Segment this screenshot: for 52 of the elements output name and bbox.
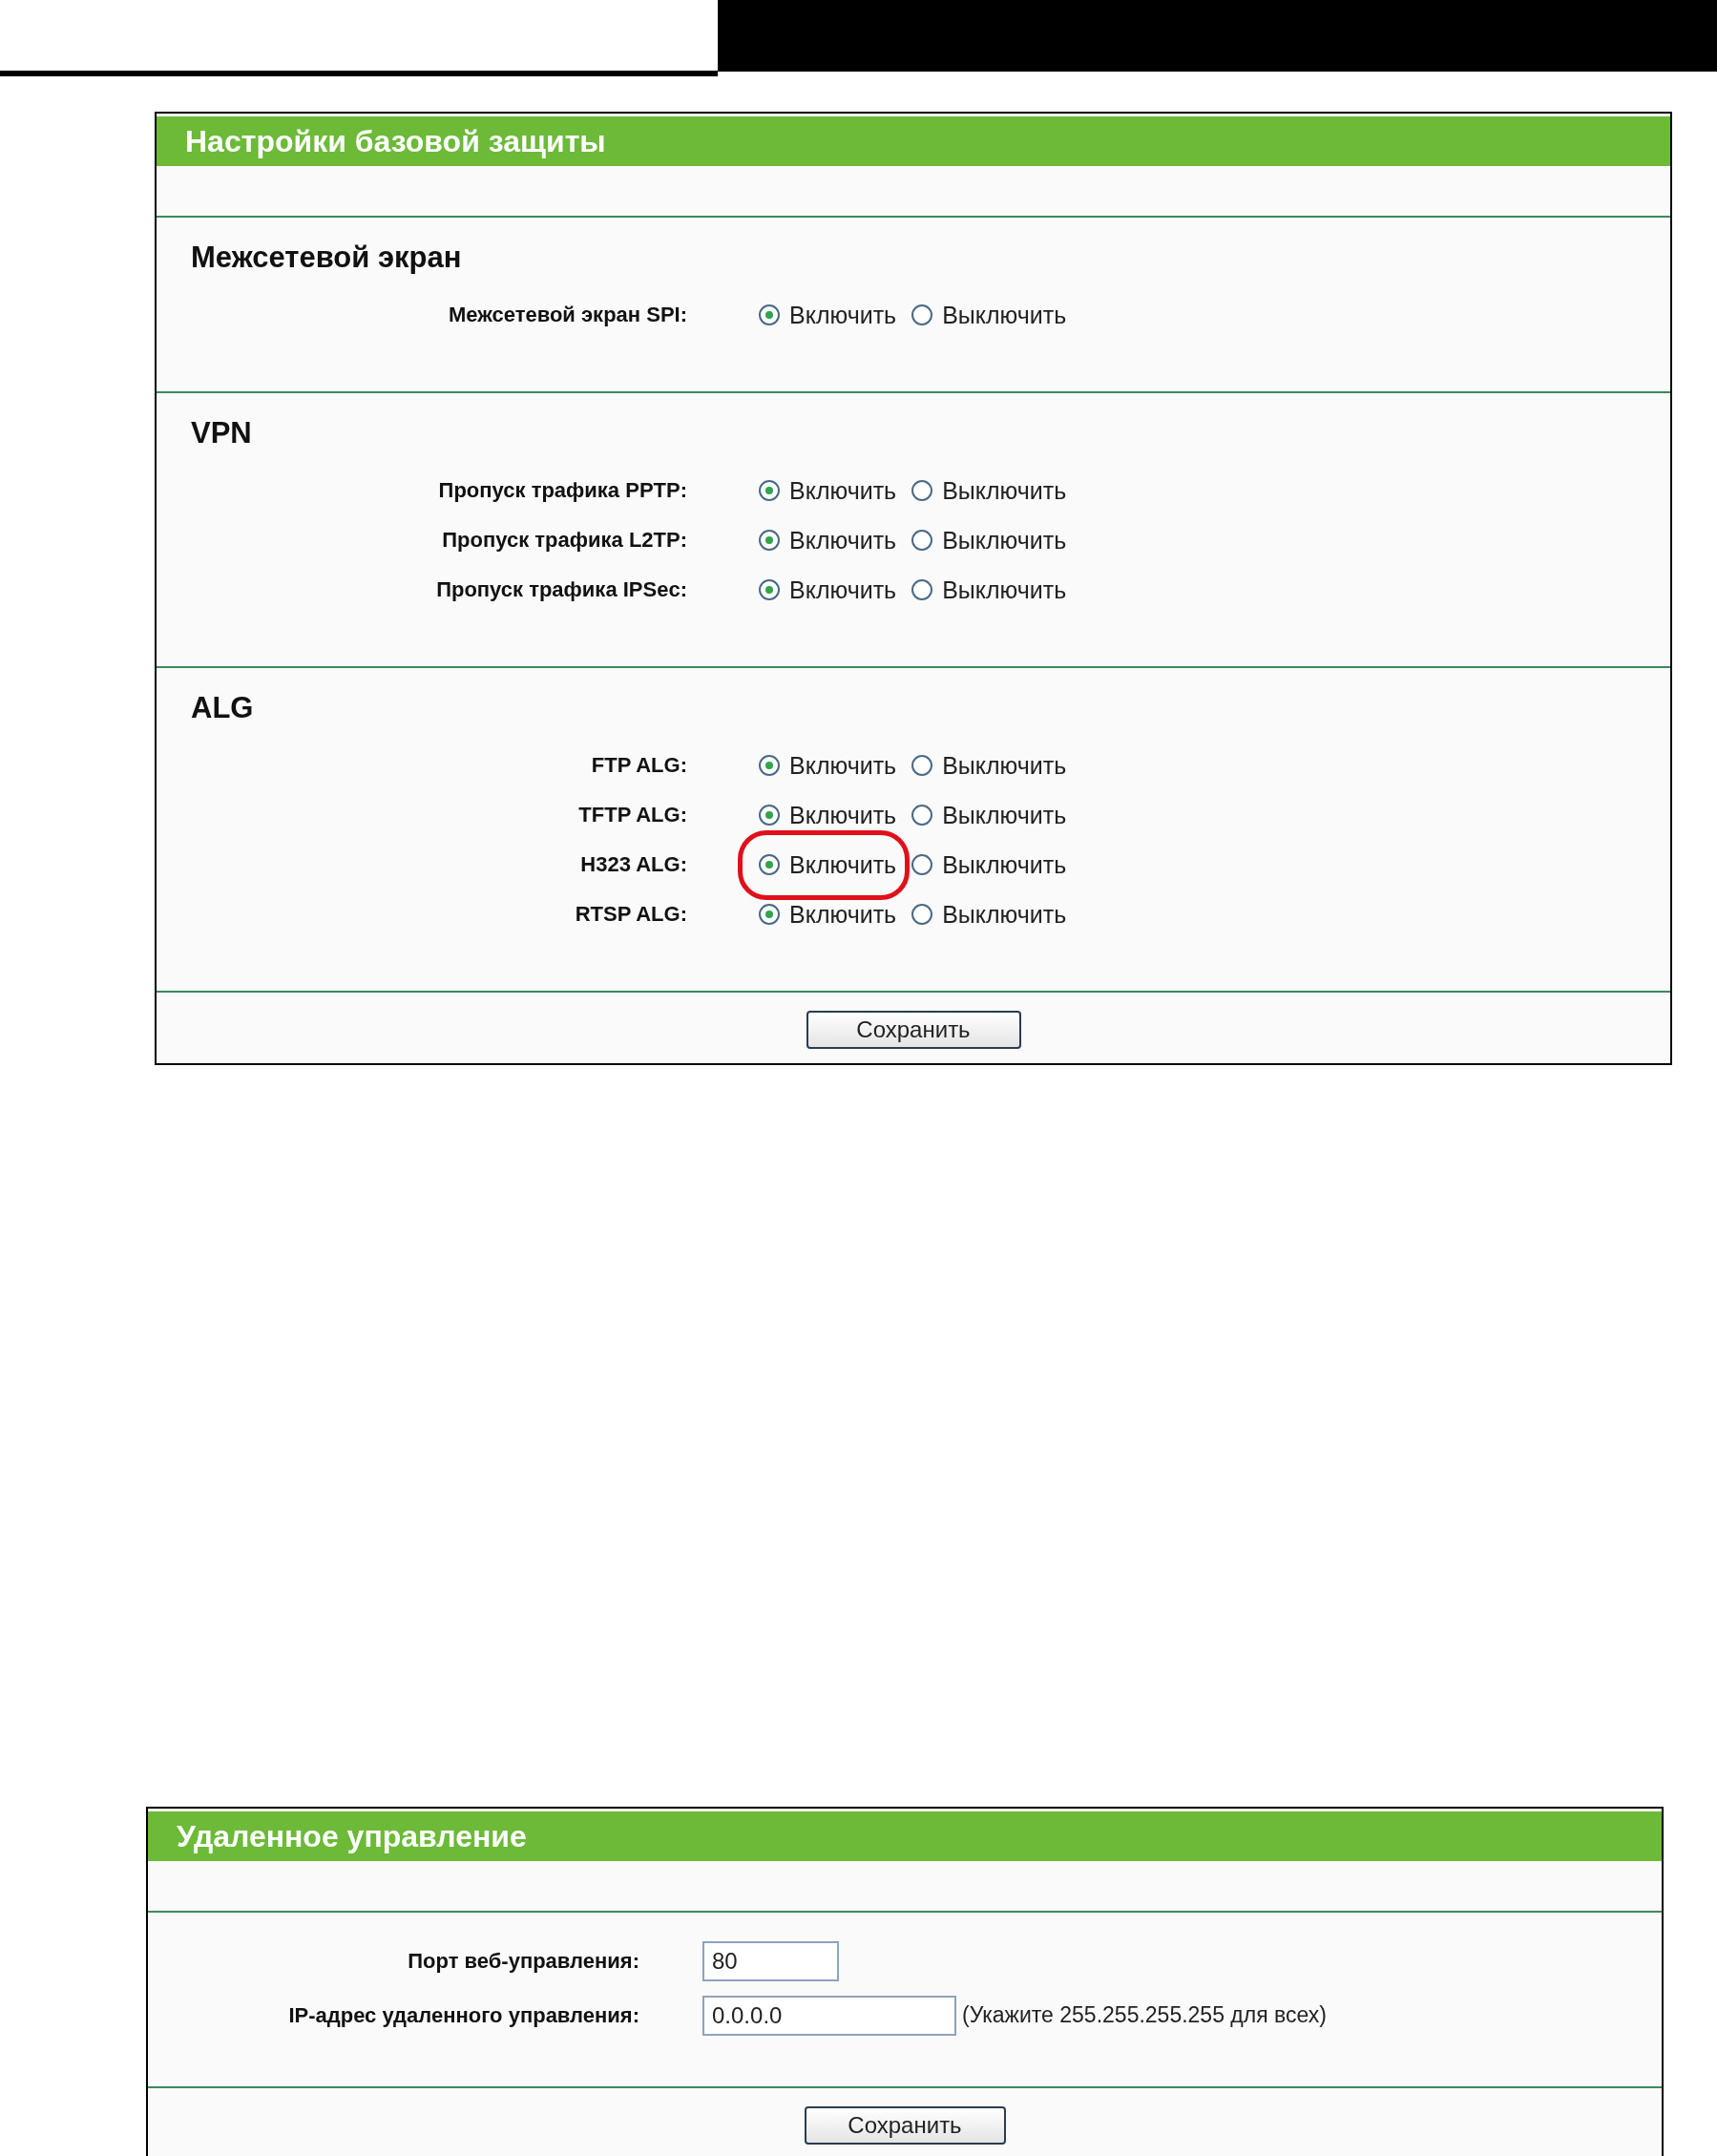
radio-button[interactable] xyxy=(759,304,780,325)
panel-title: Настройки базовой защиты xyxy=(157,116,1670,166)
radio-option[interactable]: Выключить xyxy=(911,576,1067,604)
section-title: ALG xyxy=(190,690,255,726)
setting-label: H323 ALG: xyxy=(579,852,687,877)
radio-option[interactable]: Включить xyxy=(759,850,897,879)
setting-label: TFTP ALG: xyxy=(577,803,687,827)
radio-button[interactable] xyxy=(911,904,933,925)
field-label: IP-адрес удаленного управления: xyxy=(287,2002,639,2028)
radio-option[interactable]: Включить xyxy=(759,576,897,604)
input-field[interactable]: 80 xyxy=(702,1940,839,1981)
radio-option[interactable]: Выключить xyxy=(911,900,1067,929)
radio-button[interactable] xyxy=(759,805,780,826)
radio-option[interactable]: Выключить xyxy=(911,476,1067,505)
radio-option[interactable]: Включить xyxy=(759,801,897,829)
panel-title: Удаленное управление xyxy=(148,1811,1662,1861)
radio-button[interactable] xyxy=(911,854,933,875)
radio-button[interactable] xyxy=(759,480,780,501)
field-label: Порт веб-управления: xyxy=(407,1948,639,1974)
radio-button[interactable] xyxy=(759,530,780,551)
radio-button[interactable] xyxy=(911,579,933,600)
radio-button[interactable] xyxy=(759,755,780,776)
input-field[interactable]: 0.0.0.0 xyxy=(702,1995,956,2036)
setting-label: RTSP ALG: xyxy=(574,902,687,927)
radio-button[interactable] xyxy=(759,579,780,600)
radio-button[interactable] xyxy=(911,480,933,501)
section-title: Межсетевой экран xyxy=(190,240,463,276)
hint-text: (Укажите 255.255.255.255 для всех) xyxy=(962,2002,1327,2028)
radio-button[interactable] xyxy=(911,530,933,551)
radio-button[interactable] xyxy=(911,805,933,826)
radio-option[interactable]: Выключить xyxy=(911,850,1067,879)
radio-option[interactable]: Включить xyxy=(759,476,897,505)
radio-option[interactable]: Выключить xyxy=(911,526,1067,555)
radio-button[interactable] xyxy=(759,904,780,925)
radio-button[interactable] xyxy=(759,854,780,875)
radio-option[interactable]: Включить xyxy=(759,900,897,929)
radio-option[interactable]: Включить xyxy=(759,751,897,780)
setting-label: Пропуск трафика IPSec: xyxy=(435,577,687,602)
setting-label: Пропуск трафика PPTP: xyxy=(437,478,687,503)
radio-option[interactable]: Выключить xyxy=(911,301,1067,329)
setting-label: Межсетевой экран SPI: xyxy=(447,303,687,327)
setting-label: FTP ALG: xyxy=(590,753,687,778)
radio-option[interactable]: Выключить xyxy=(911,751,1067,780)
save-button[interactable]: Сохранить xyxy=(806,1011,1021,1049)
radio-button[interactable] xyxy=(911,755,933,776)
radio-option[interactable]: Выключить xyxy=(911,801,1067,829)
radio-option[interactable]: Включить xyxy=(759,526,897,555)
radio-button[interactable] xyxy=(911,304,933,325)
setting-label: Пропуск трафика L2TP: xyxy=(441,528,687,553)
section-title: VPN xyxy=(190,415,253,451)
radio-option[interactable]: Включить xyxy=(759,301,897,329)
save-button[interactable]: Сохранить xyxy=(804,2106,1006,2145)
